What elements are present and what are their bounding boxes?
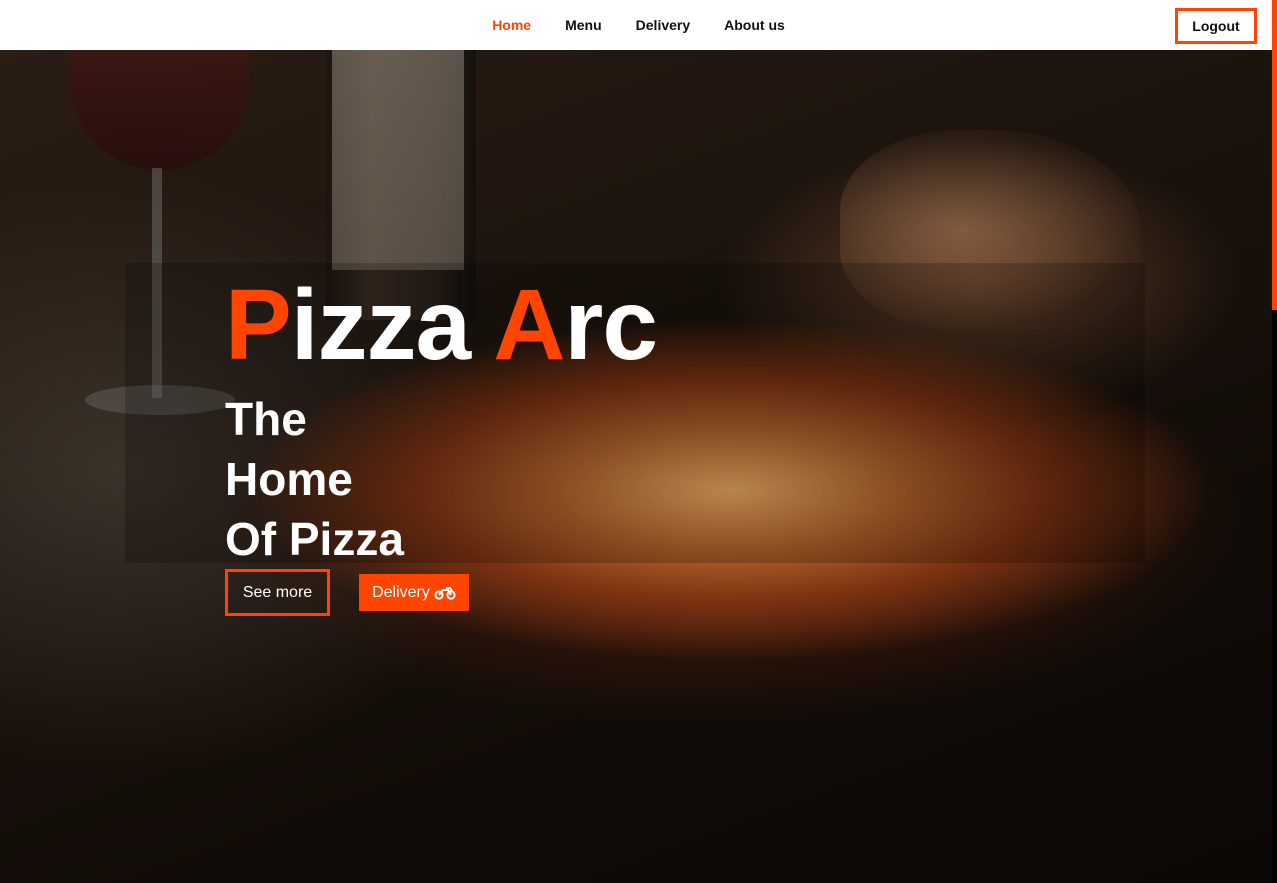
tagline-line: Home — [225, 453, 353, 505]
hero-title: Pizza Arc — [225, 269, 658, 381]
top-navbar: Home Menu Delivery About us Logout — [0, 0, 1277, 50]
title-initial-p: P — [225, 269, 292, 381]
hero-tagline: The Home Of Pizza — [225, 389, 404, 569]
delivery-button[interactable]: Delivery — [359, 574, 469, 611]
scrollbar-thumb[interactable] — [1272, 0, 1277, 310]
wine-bottle-label — [332, 50, 464, 270]
delivery-button-label: Delivery — [372, 583, 430, 601]
nav-link-menu[interactable]: Menu — [548, 17, 619, 33]
nav-links: Home Menu Delivery About us — [0, 0, 1277, 50]
tagline-line: The — [225, 393, 307, 445]
nav-link-about-us[interactable]: About us — [707, 17, 802, 33]
wine-glass-image — [70, 50, 250, 170]
title-word-2-rest: rc — [564, 269, 658, 381]
nav-link-home[interactable]: Home — [475, 17, 548, 33]
title-word-1-rest: izza — [290, 269, 471, 381]
logout-button[interactable]: Logout — [1175, 8, 1257, 44]
nav-link-delivery[interactable]: Delivery — [619, 17, 707, 33]
title-initial-a: A — [493, 269, 565, 381]
motorcycle-icon — [434, 586, 456, 600]
tagline-line: Of Pizza — [225, 513, 404, 565]
see-more-button[interactable]: See more — [225, 569, 330, 616]
